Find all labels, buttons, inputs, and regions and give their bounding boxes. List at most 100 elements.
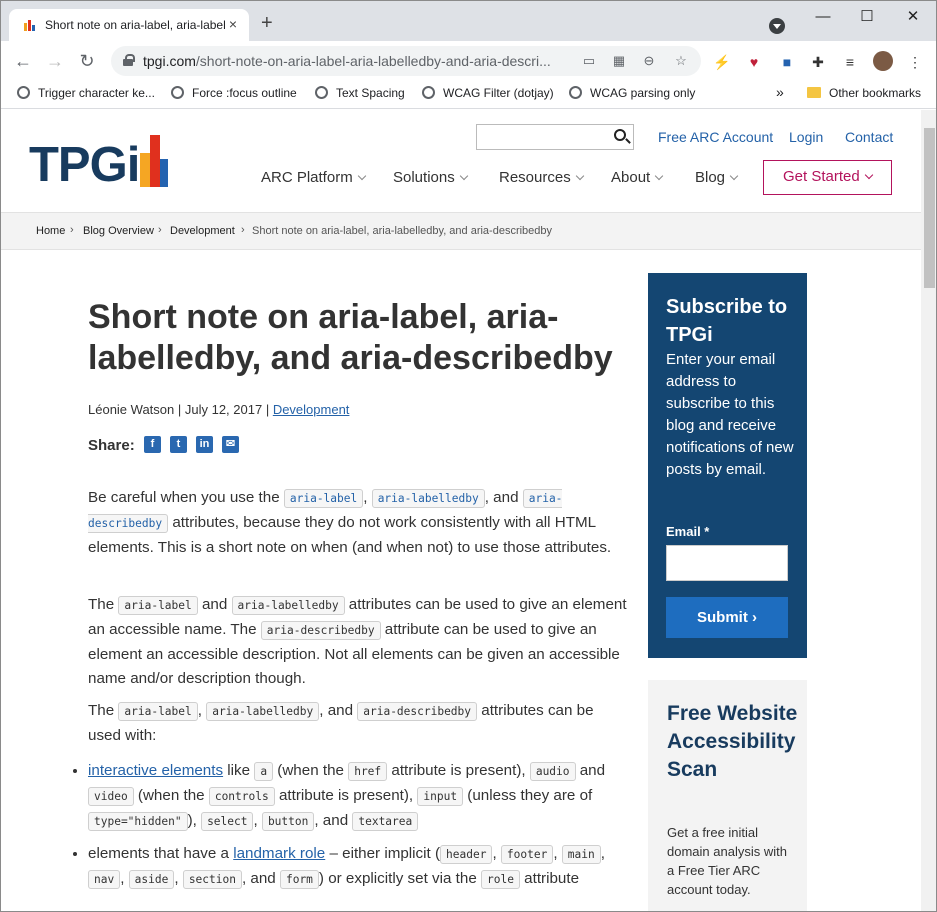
email-label: Email *: [666, 524, 710, 539]
email-share-icon[interactable]: ✉: [222, 436, 239, 453]
facebook-icon[interactable]: f: [144, 436, 161, 453]
other-bookmarks[interactable]: Other bookmarks: [807, 86, 921, 100]
chevron-down-icon: [729, 171, 739, 181]
nav-label: Resources: [499, 169, 571, 186]
nav-about[interactable]: About: [611, 169, 664, 186]
kebab-menu-icon[interactable]: ⋮: [907, 54, 923, 70]
page-viewport: TPGi Free ARC Account Login Contact ARC …: [1, 110, 921, 911]
globe-icon: [315, 86, 328, 99]
back-arrow-icon[interactable]: ←: [13, 51, 33, 71]
submit-button[interactable]: Submit ›: [666, 597, 788, 638]
bookmark-item[interactable]: Text Spacing: [315, 86, 405, 100]
tpgi-extension-icon[interactable]: ■: [779, 54, 795, 70]
nav-solutions[interactable]: Solutions: [393, 169, 468, 186]
bookmark-label: WCAG Filter (dotjay): [443, 86, 554, 100]
element-list: interactive elements like a (when the hr…: [88, 759, 628, 900]
twitter-icon[interactable]: t: [170, 436, 187, 453]
landmark-role-link[interactable]: landmark role: [233, 845, 325, 862]
code-aria-labelledby: aria-labelledby: [206, 702, 320, 721]
contact-link[interactable]: Contact: [845, 129, 893, 145]
list-item: elements that have a landmark role – eit…: [88, 842, 628, 892]
globe-icon: [422, 86, 435, 99]
breadcrumb-development[interactable]: Development: [170, 225, 235, 237]
post-author: Léonie Watson: [88, 402, 175, 417]
share-label: Share:: [88, 437, 135, 454]
lightning-extension-icon[interactable]: ⚡: [713, 54, 730, 70]
bookmark-item[interactable]: Force :focus outline: [171, 86, 297, 100]
nav-arc-platform[interactable]: ARC Platform: [261, 169, 366, 186]
globe-icon: [569, 86, 582, 99]
lock-icon: [123, 54, 135, 66]
media-queue-icon[interactable]: ≡: [842, 54, 858, 70]
tab-search-icon[interactable]: [769, 18, 785, 34]
browser-tab[interactable]: Short note on aria-label, aria-labelledb…: [9, 9, 249, 41]
subscribe-widget: Subscribe to TPGi Enter your email addre…: [648, 273, 807, 658]
post-meta: Léonie Watson | July 12, 2017 | Developm…: [88, 402, 350, 417]
code-aria-describedby: aria-describedby: [357, 702, 478, 721]
search-icon[interactable]: [614, 129, 626, 141]
interactive-elements-link[interactable]: interactive elements: [88, 762, 223, 779]
chevron-down-icon: [864, 170, 873, 180]
chevron-down-icon: [357, 171, 366, 181]
bookmark-item[interactable]: Trigger character ke...: [17, 86, 155, 100]
code-aria-label: aria-label: [118, 702, 198, 721]
qr-code-icon[interactable]: ▦: [611, 53, 627, 69]
minimize-icon[interactable]: —: [813, 7, 833, 27]
code-aria-labelledby: aria-labelledby: [231, 596, 345, 615]
bookmark-item[interactable]: WCAG parsing only: [569, 86, 695, 100]
code-aria-label: aria-label: [118, 596, 198, 615]
logo-bars-icon: [140, 135, 170, 187]
bookmark-star-icon[interactable]: ☆: [673, 53, 689, 69]
free-scan-description: Get a free initial domain analysis with …: [667, 825, 787, 897]
paragraph-1: Be careful when you use the aria-label, …: [88, 489, 612, 556]
globe-icon: [17, 86, 30, 99]
extensions-puzzle-icon[interactable]: ✚: [810, 54, 826, 70]
linkedin-icon[interactable]: in: [196, 436, 213, 453]
nav-label: Blog: [695, 169, 726, 186]
bookmarks-overflow-icon[interactable]: »: [776, 84, 784, 100]
heart-extension-icon[interactable]: ♥: [746, 54, 762, 70]
post-date: July 12, 2017: [184, 402, 263, 417]
zoom-icon[interactable]: ⊖: [641, 53, 657, 69]
tpgi-favicon-icon: [23, 18, 37, 32]
free-arc-account-link[interactable]: Free ARC Account: [658, 129, 773, 145]
scrollbar-thumb[interactable]: [924, 128, 935, 288]
new-tab-button[interactable]: +: [261, 13, 273, 33]
nav-label: About: [611, 169, 651, 186]
address-bar[interactable]: tpgi.com/short-note-on-aria-label-aria-l…: [111, 46, 701, 76]
profile-avatar[interactable]: [873, 51, 893, 71]
forward-arrow-icon[interactable]: →: [45, 51, 65, 71]
get-started-button[interactable]: Get Started: [763, 160, 892, 195]
login-link[interactable]: Login: [789, 129, 823, 145]
breadcrumb-separator: ›: [241, 224, 245, 236]
bookmark-label: Text Spacing: [336, 86, 405, 100]
breadcrumb-home[interactable]: Home: [36, 225, 65, 237]
paragraph-2: The aria-label and aria-labelledby attri…: [88, 596, 627, 687]
paragraph-3: The aria-label, aria-labelledby, and ari…: [88, 702, 594, 744]
nav-blog[interactable]: Blog: [695, 169, 739, 186]
reload-icon[interactable]: ↻: [77, 51, 97, 71]
page-scrollbar[interactable]: [921, 110, 936, 911]
breadcrumb-blog-overview[interactable]: Blog Overview: [83, 225, 154, 237]
post-category-link[interactable]: Development: [273, 402, 350, 417]
browser-toolbar: ← → ↻ tpgi.com/short-note-on-aria-label-…: [1, 41, 936, 81]
list-item: interactive elements like a (when the hr…: [88, 759, 628, 834]
close-tab-icon[interactable]: ×: [225, 16, 241, 32]
get-started-label: Get Started: [783, 168, 860, 185]
close-window-icon[interactable]: ✕: [903, 7, 923, 27]
code-aria-describedby: aria-describedby: [260, 621, 381, 640]
nav-resources[interactable]: Resources: [499, 169, 584, 186]
url-text[interactable]: tpgi.com/short-note-on-aria-label-aria-l…: [143, 53, 583, 69]
chevron-down-icon: [654, 171, 664, 181]
site-search-input[interactable]: [476, 124, 634, 150]
breadcrumb-separator: ›: [70, 224, 74, 236]
email-field[interactable]: [666, 545, 788, 581]
breadcrumb-current: Short note on aria-label, aria-labelledb…: [252, 225, 553, 237]
cast-icon[interactable]: ▭: [581, 53, 597, 69]
bookmark-item[interactable]: WCAG Filter (dotjay): [422, 86, 554, 100]
chevron-down-icon: [459, 171, 468, 181]
other-bookmarks-label: Other bookmarks: [829, 86, 922, 100]
bookmarks-bar: Trigger character ke... Force :focus out…: [1, 81, 936, 109]
maximize-icon[interactable]: ☐: [857, 7, 877, 27]
tab-strip: Short note on aria-label, aria-labelledb…: [1, 1, 936, 41]
